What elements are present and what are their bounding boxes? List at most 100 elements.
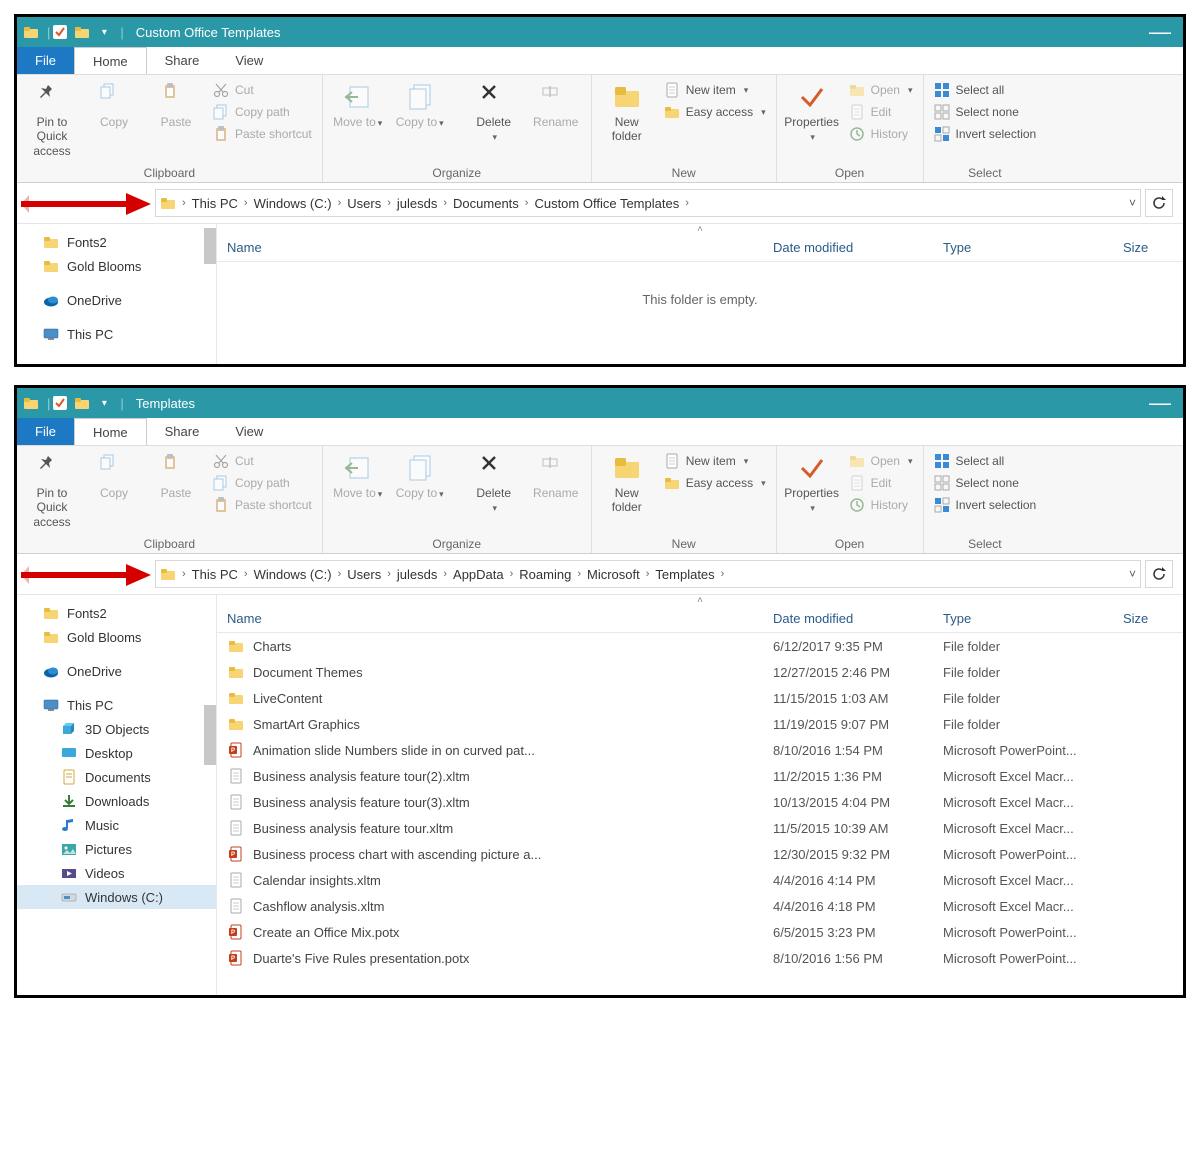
breadcrumb-segment[interactable]: Windows (C:)› (254, 196, 346, 211)
open-button[interactable]: Open▾ (845, 81, 917, 99)
tab-view[interactable]: View (217, 47, 281, 74)
column-header-size[interactable]: Size (1123, 611, 1173, 626)
file-row[interactable]: Animation slide Numbers slide in on curv… (217, 737, 1183, 763)
column-header-date[interactable]: Date modified (773, 611, 943, 626)
chevron-right-icon[interactable]: › (573, 568, 585, 580)
navpane-item[interactable]: OneDrive (17, 659, 216, 683)
navigation-pane[interactable]: Fonts2Gold BloomsOneDriveThis PC3D Objec… (17, 595, 217, 995)
file-row[interactable]: Business analysis feature tour(3).xltm 1… (217, 789, 1183, 815)
breadcrumb-segment[interactable]: Users› (347, 196, 395, 211)
column-header-size[interactable]: Size (1123, 240, 1173, 255)
navpane-item[interactable]: This PC (17, 322, 216, 346)
chevron-right-icon[interactable]: › (240, 568, 252, 580)
new-folder-button[interactable]: New folder (598, 79, 656, 148)
file-row[interactable]: SmartArt Graphics 11/19/2015 9:07 PM Fil… (217, 711, 1183, 737)
breadcrumb-segment[interactable]: Custom Office Templates› (534, 196, 692, 211)
chevron-right-icon[interactable]: › (717, 568, 729, 580)
chevron-right-icon[interactable]: › (439, 197, 451, 209)
breadcrumb-segment[interactable]: Roaming› (519, 567, 585, 582)
breadcrumb-segment[interactable]: julesds› (397, 196, 451, 211)
copy-button[interactable]: Copy (85, 450, 143, 504)
cut-button[interactable]: Cut (209, 452, 316, 470)
chevron-right-icon[interactable]: › (439, 568, 451, 580)
navpane-item[interactable]: Downloads (17, 789, 216, 813)
file-row[interactable]: Business analysis feature tour.xltm 11/5… (217, 815, 1183, 841)
pin-to-quick-access-button[interactable]: Pin to Quick access (23, 450, 81, 533)
breadcrumb-segment[interactable]: Microsoft› (587, 567, 653, 582)
breadcrumb-root-icon[interactable]: › (160, 566, 190, 582)
cut-button[interactable]: Cut (209, 81, 316, 99)
chevron-right-icon[interactable]: › (642, 568, 654, 580)
file-row[interactable]: Duarte's Five Rules presentation.potx 8/… (217, 945, 1183, 971)
properties-button[interactable]: Properties▾ (783, 450, 841, 519)
address-bar[interactable]: ›This PC›Windows (C:)›Users›julesds›Docu… (155, 189, 1141, 217)
breadcrumb-segment[interactable]: This PC› (192, 196, 252, 211)
select-none-button[interactable]: Select none (930, 474, 1041, 492)
navpane-item[interactable]: This PC (17, 693, 216, 717)
file-row[interactable]: Create an Office Mix.potx 6/5/2015 3:23 … (217, 919, 1183, 945)
tab-home[interactable]: Home (74, 47, 147, 74)
history-button[interactable]: History (845, 125, 917, 143)
copy-path-button[interactable]: Copy path (209, 103, 316, 121)
address-dropdown-icon[interactable]: ˅ (1129, 196, 1136, 210)
chevron-right-icon[interactable]: › (506, 568, 518, 580)
folder-qat-icon[interactable] (74, 395, 90, 411)
pin-to-quick-access-button[interactable]: Pin to Quick access (23, 79, 81, 162)
scrollbar-thumb[interactable] (204, 228, 216, 264)
edit-button[interactable]: Edit (845, 474, 917, 492)
navigation-pane[interactable]: Fonts2Gold Blooms OneDrive This PC (17, 224, 217, 364)
column-header-type[interactable]: Type (943, 611, 1123, 626)
column-header-name[interactable]: Name (227, 240, 773, 255)
refresh-button[interactable] (1145, 189, 1173, 217)
navpane-item[interactable]: Documents (17, 765, 216, 789)
breadcrumb-segment[interactable]: This PC› (192, 567, 252, 582)
new-folder-button[interactable]: New folder (598, 450, 656, 519)
chevron-right-icon[interactable]: › (240, 197, 252, 209)
qat-dropdown-icon[interactable]: ▾ (96, 395, 112, 411)
file-row[interactable]: Cashflow analysis.xltm 4/4/2016 4:18 PM … (217, 893, 1183, 919)
titlebar[interactable]: | ▾ | Custom Office Templates — (17, 17, 1183, 47)
column-header-name[interactable]: Name (227, 611, 773, 626)
folder-qat-icon[interactable] (74, 24, 90, 40)
file-row[interactable]: Calendar insights.xltm 4/4/2016 4:14 PM … (217, 867, 1183, 893)
paste-button[interactable]: Paste (147, 79, 205, 133)
tab-file[interactable]: File (17, 47, 74, 74)
navpane-item[interactable]: Gold Blooms (17, 254, 216, 278)
delete-button[interactable]: Delete▾ (465, 450, 523, 519)
open-button[interactable]: Open▾ (845, 452, 917, 470)
delete-button[interactable]: Delete▾ (465, 79, 523, 148)
paste-button[interactable]: Paste (147, 450, 205, 504)
breadcrumb-segment[interactable]: Templates› (655, 567, 728, 582)
breadcrumb-segment[interactable]: Windows (C:)› (254, 567, 346, 582)
navpane-item[interactable]: Fonts2 (17, 601, 216, 625)
column-header-type[interactable]: Type (943, 240, 1123, 255)
rename-button[interactable]: Rename (527, 79, 585, 133)
navpane-item[interactable]: Fonts2 (17, 230, 216, 254)
easy-access-button[interactable]: Easy access▾ (660, 103, 770, 121)
file-row[interactable]: Business process chart with ascending pi… (217, 841, 1183, 867)
navpane-item[interactable]: Windows (C:) (17, 885, 216, 909)
new-item-button[interactable]: New item▾ (660, 81, 770, 99)
properties-button[interactable]: Properties▾ (783, 79, 841, 148)
navpane-item[interactable]: Pictures (17, 837, 216, 861)
minimize-button[interactable]: — (1149, 398, 1177, 408)
navpane-item[interactable]: Videos (17, 861, 216, 885)
refresh-button[interactable] (1145, 560, 1173, 588)
select-all-button[interactable]: Select all (930, 452, 1041, 470)
chevron-right-icon[interactable]: › (383, 568, 395, 580)
new-item-button[interactable]: New item▾ (660, 452, 770, 470)
chevron-right-icon[interactable]: › (178, 197, 190, 209)
tab-view[interactable]: View (217, 418, 281, 445)
select-all-button[interactable]: Select all (930, 81, 1041, 99)
edit-button[interactable]: Edit (845, 103, 917, 121)
navpane-item[interactable]: OneDrive (17, 288, 216, 312)
breadcrumb-segment[interactable]: Documents› (453, 196, 532, 211)
copy-to-button[interactable]: Copy to▾ (391, 79, 449, 133)
history-button[interactable]: History (845, 496, 917, 514)
breadcrumb-segment[interactable]: Users› (347, 567, 395, 582)
qat-dropdown-icon[interactable]: ▾ (96, 24, 112, 40)
chevron-right-icon[interactable]: › (383, 197, 395, 209)
properties-qat-icon[interactable] (52, 24, 68, 40)
file-row[interactable]: LiveContent 11/15/2015 1:03 AM File fold… (217, 685, 1183, 711)
minimize-button[interactable]: — (1149, 27, 1177, 37)
